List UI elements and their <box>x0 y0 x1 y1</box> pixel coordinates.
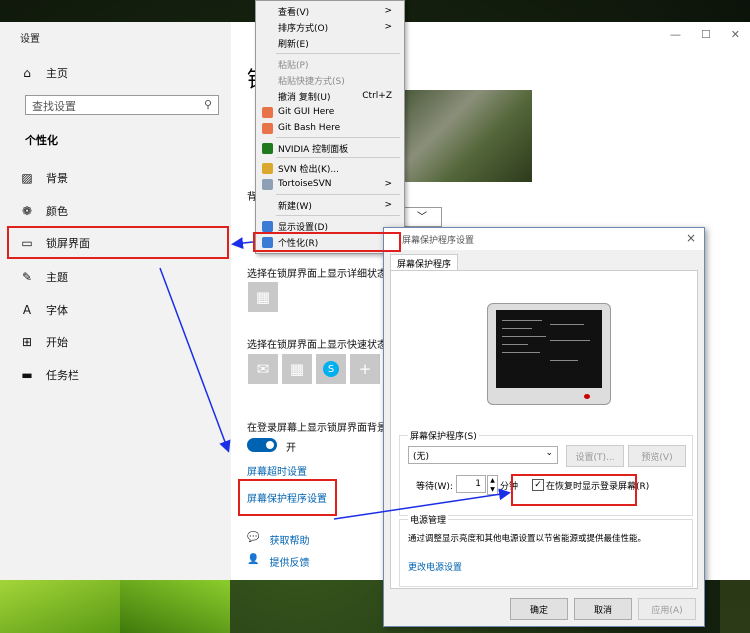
arrow-menu-to-lockscreen <box>231 237 254 250</box>
annotation-arrows <box>159 237 511 520</box>
arrow-link-to-checkbox <box>333 488 511 520</box>
arrow-lockscreen-to-link <box>159 267 231 453</box>
